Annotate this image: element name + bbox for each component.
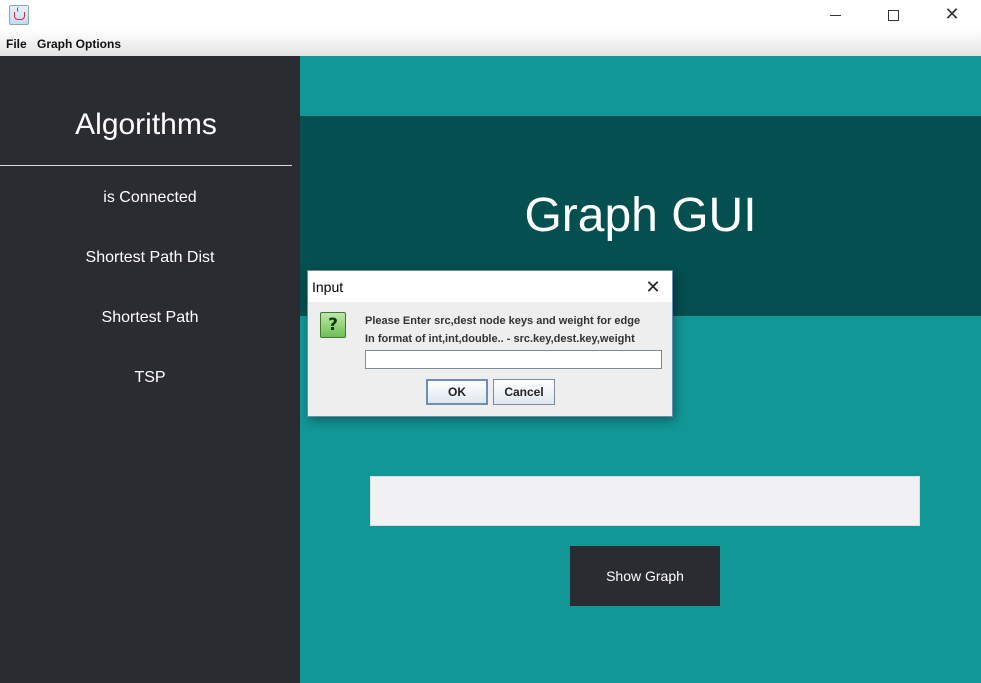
java-cup-icon xyxy=(9,5,29,25)
dialog-input-field[interactable] xyxy=(365,350,662,369)
menu-bar: File Graph Options xyxy=(0,30,981,56)
sidebar-divider xyxy=(0,165,292,166)
question-icon: ? xyxy=(320,312,346,338)
page-title: Graph GUI xyxy=(524,189,757,242)
minimize-button[interactable] xyxy=(812,0,858,30)
dialog-title: Input xyxy=(312,279,344,295)
window-titlebar: ✕ xyxy=(0,0,981,30)
minimize-icon xyxy=(829,14,841,16)
sidebar-title: Algorithms xyxy=(75,108,217,141)
ok-button[interactable]: OK xyxy=(426,379,488,405)
sidebar: Algorithms is Connected Shortest Path Di… xyxy=(0,56,300,683)
maximize-button[interactable] xyxy=(870,0,916,30)
close-icon: ✕ xyxy=(645,276,661,298)
menu-graph-options[interactable]: Graph Options xyxy=(37,37,121,51)
dialog-message-line2: In format of int,int,double.. - src.key,… xyxy=(365,333,635,345)
sidebar-item-is-connected[interactable]: is Connected xyxy=(0,189,300,207)
graph-text-field[interactable] xyxy=(370,476,920,526)
cancel-button[interactable]: Cancel xyxy=(493,379,555,405)
dialog-message-line1: Please Enter src,dest node keys and weig… xyxy=(365,315,641,327)
close-icon: ✕ xyxy=(944,4,960,25)
input-dialog: Input ✕ ? Please Enter src,dest node key… xyxy=(307,270,673,417)
sidebar-item-tsp[interactable]: TSP xyxy=(0,369,300,387)
sidebar-item-shortest-path-dist[interactable]: Shortest Path Dist xyxy=(0,249,300,267)
menu-file[interactable]: File xyxy=(6,37,27,51)
dialog-close-button[interactable]: ✕ xyxy=(638,276,668,298)
maximize-icon xyxy=(887,9,899,21)
close-window-button[interactable]: ✕ xyxy=(929,0,975,30)
dialog-titlebar: Input ✕ xyxy=(308,271,672,302)
sidebar-item-shortest-path[interactable]: Shortest Path xyxy=(0,309,300,327)
show-graph-button[interactable]: Show Graph xyxy=(570,546,720,606)
